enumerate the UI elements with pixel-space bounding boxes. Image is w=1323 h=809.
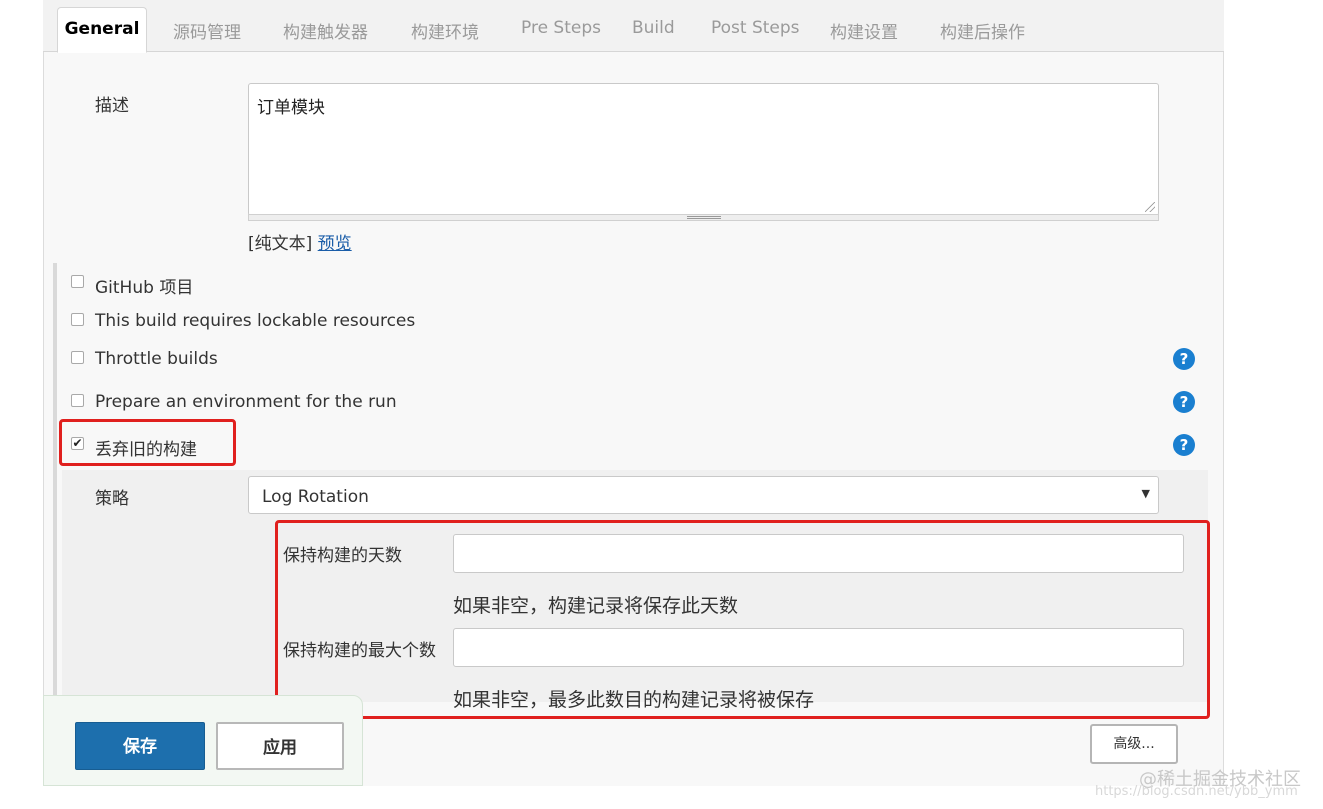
preview-link[interactable]: 预览	[318, 234, 352, 254]
watermark-url: https://blog.csdn.net/ybb_ymm	[1095, 784, 1298, 799]
description-format: [纯文本] 预览	[248, 229, 352, 254]
github-project-label: GitHub 项目	[95, 278, 194, 298]
throttle-builds-label: Throttle builds	[95, 349, 218, 369]
throttle-builds-checkbox[interactable]	[71, 351, 84, 364]
dropdown-arrow-icon: ▼	[1141, 487, 1150, 500]
lockable-resources-label: This build requires lockable resources	[95, 311, 416, 331]
tab-build[interactable]: Build	[632, 18, 675, 38]
save-button[interactable]: 保存	[75, 722, 205, 770]
strategy-label: 策略	[95, 489, 129, 509]
tab-build-environment[interactable]: 构建环境	[411, 18, 479, 43]
prepare-environment-help-icon[interactable]: ?	[1173, 391, 1195, 413]
strategy-select[interactable]: Log Rotation ▼	[248, 476, 1159, 514]
github-project-checkbox[interactable]	[71, 275, 84, 288]
throttle-help-icon[interactable]: ?	[1173, 348, 1195, 370]
description-label: 描述	[95, 96, 129, 116]
highlight-rotation-settings	[275, 520, 1210, 719]
prepare-environment-label: Prepare an environment for the run	[95, 392, 397, 412]
tab-general[interactable]: General	[57, 7, 147, 53]
prepare-environment-checkbox[interactable]	[71, 394, 84, 407]
highlight-discard-builds	[59, 419, 236, 466]
tab-post-build-actions[interactable]: 构建后操作	[940, 18, 1025, 43]
lockable-resources-checkbox[interactable]	[71, 313, 84, 326]
tab-pre-steps[interactable]: Pre Steps	[521, 18, 601, 38]
tab-bar: General 源码管理 构建触发器 构建环境 Pre Steps Build …	[43, 0, 1224, 53]
drag-handle-icon[interactable]	[687, 216, 721, 219]
tab-source-control[interactable]: 源码管理	[173, 18, 241, 43]
apply-button[interactable]: 应用	[216, 722, 344, 770]
advanced-button[interactable]: 高级...	[1090, 724, 1178, 764]
description-value: 订单模块	[257, 98, 325, 118]
tab-post-steps[interactable]: Post Steps	[711, 18, 800, 38]
strategy-selected-value: Log Rotation	[262, 487, 369, 507]
tab-build-triggers[interactable]: 构建触发器	[283, 18, 368, 43]
section-rule	[53, 263, 57, 703]
description-textarea[interactable]: 订单模块	[248, 83, 1159, 216]
resize-grip-icon[interactable]	[1145, 202, 1155, 212]
discard-old-builds-help-icon[interactable]: ?	[1173, 434, 1195, 456]
plain-text-label: [纯文本]	[248, 234, 313, 254]
description-toolbar	[248, 214, 1159, 221]
tab-build-settings[interactable]: 构建设置	[830, 18, 898, 43]
